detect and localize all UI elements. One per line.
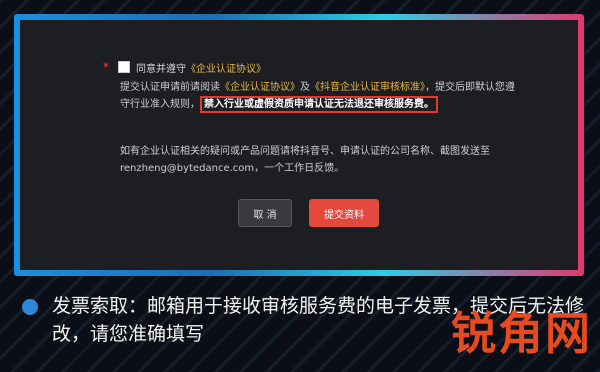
agreement-link[interactable]: 《企业认证协议》 [186,60,266,75]
notice-text-2: 及 [300,82,310,93]
cancel-button[interactable]: 取 消 [238,199,292,227]
review-standard-link[interactable]: 《抖音企业认证审核标准》 [310,82,425,93]
submit-button[interactable]: 提交资料 [309,199,379,227]
no-refund-warning: 禁入行业或虚假资质申请认证无法退还审核服务费。 [200,96,438,113]
site-watermark: 锐角网 [450,307,592,360]
agreement-row: * 同意并遵守 《企业认证协议》 [103,57,266,77]
agree-label: 同意并遵守 [136,63,186,75]
agree-checkbox[interactable] [118,61,130,73]
contact-paragraph: 如有企业认证相关的疑问或产品问题请将抖音号、申请认证的公司名称、截图发送至ren… [120,146,490,174]
notice-paragraph: 提交认证申请前请阅读《企业认证协议》及《抖音企业认证审核标准》，提交后即默认您遵… [120,79,515,113]
notice-text-1: 提交认证申请前请阅读 [120,82,220,93]
required-marker: * [103,60,109,74]
bullet-dot-icon [22,299,38,315]
enterprise-agreement-link[interactable]: 《企业认证协议》 [220,82,300,93]
